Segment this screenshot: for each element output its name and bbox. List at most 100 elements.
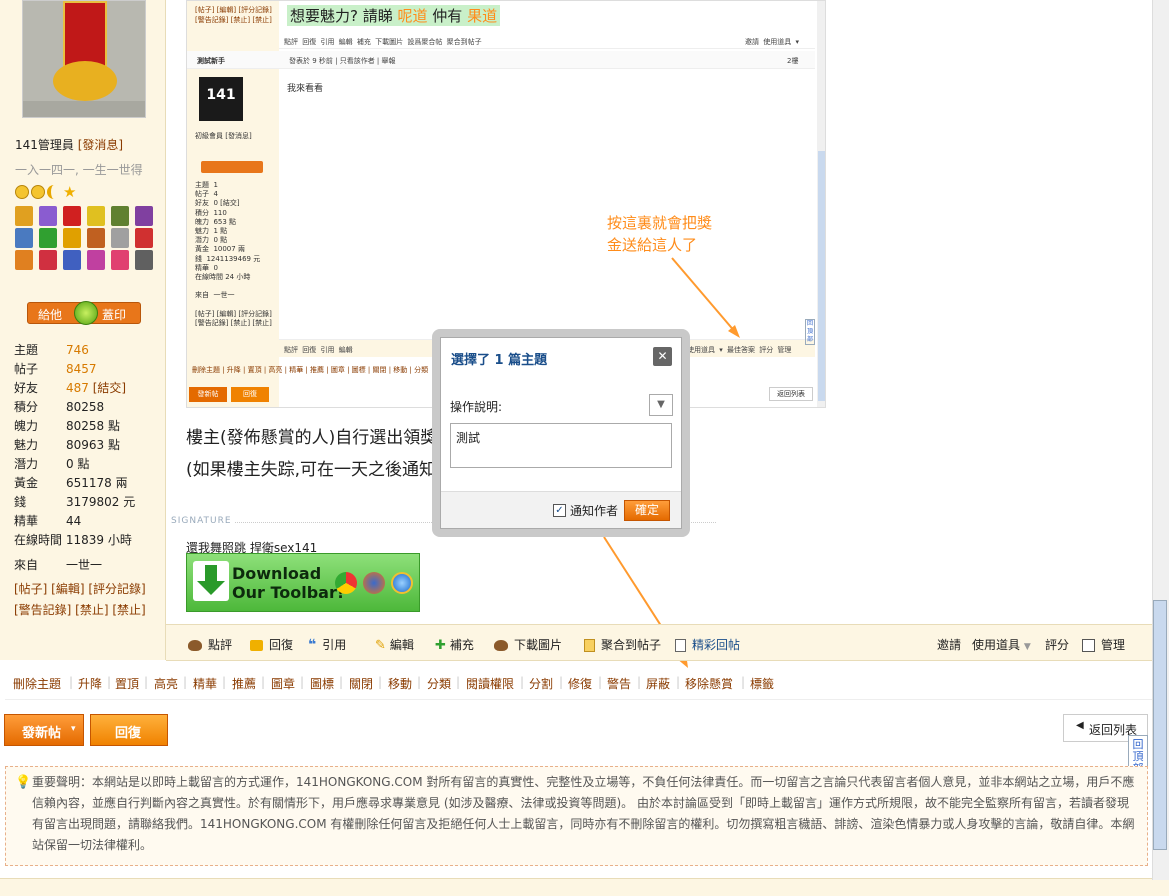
mod-sticky[interactable]: 置頂 [115, 675, 139, 692]
mod-close[interactable]: 關閉 [349, 675, 373, 692]
moderation-dialog: 選擇了 1 篇主題 ✕ 操作說明: ▼ 測試 ✓ 通知作者 確定 [440, 337, 682, 529]
mod-move[interactable]: 移動 [388, 675, 412, 692]
dialog-title: 選擇了 1 篇主題 [451, 353, 548, 368]
invite-button[interactable]: 邀請 [937, 636, 961, 653]
lightbulb-icon: 💡 [15, 775, 32, 790]
edit-label: 編輯 [389, 638, 414, 652]
separator: | [222, 675, 227, 689]
disclaimer-text: 重要聲明：本網站是以即時上載留言的方式運作，141HONGKONG.COM 對所… [32, 775, 1135, 852]
mod-icon[interactable]: 圖標 [310, 675, 334, 692]
ie-icon [391, 572, 413, 594]
mod-highlight[interactable]: 高亮 [154, 675, 178, 692]
chevron-down-icon: ▼ [657, 399, 665, 410]
operation-note-label: 操作說明: [450, 400, 503, 414]
dialog-footer: ✓ 通知作者 確定 [441, 491, 681, 528]
edit-button[interactable]: ✎ 編輯 [375, 636, 414, 653]
reply-button-label: 回復 [115, 726, 142, 741]
close-icon[interactable]: ✕ [653, 347, 672, 366]
separator: | [559, 675, 564, 689]
separator: | [456, 675, 461, 689]
mod-bump[interactable]: 升降 [78, 675, 102, 692]
mod-stamp[interactable]: 圖章 [271, 675, 295, 692]
mod-recommend[interactable]: 推薦 [232, 675, 256, 692]
download-arrow-icon [193, 561, 229, 601]
chevron-down-icon[interactable]: ▾ [71, 724, 76, 734]
comment-button[interactable]: 點評 [188, 636, 232, 653]
arrow-line-upper [671, 257, 737, 334]
reply-label: 回復 [269, 638, 294, 652]
download-images-label: 下載圖片 [514, 638, 563, 652]
mod-tags[interactable]: 標籤 [750, 675, 774, 692]
supplement-label: 補充 [449, 638, 474, 652]
separator: | [741, 675, 746, 689]
featured-reply-button[interactable]: 精彩回帖 [675, 636, 740, 653]
banner-line1: Download [232, 564, 322, 583]
reason-dropdown[interactable]: ▼ [649, 394, 673, 416]
manage-checkbox[interactable] [1082, 639, 1095, 652]
reply-action[interactable]: 回復 [250, 636, 293, 653]
banner-line2: Our Toolbar! [232, 583, 345, 602]
manage-label: 管理 [1101, 638, 1126, 652]
signature-label: SIGNATURE [171, 516, 235, 526]
merge-label: 聚合到帖子 [601, 638, 662, 652]
notify-author-checkbox[interactable]: ✓ [553, 504, 566, 517]
separator: | [637, 675, 642, 689]
separator: | [598, 675, 603, 689]
quote-button[interactable]: ❝ 引用 [308, 636, 346, 653]
comment-label: 點評 [208, 638, 233, 652]
post-text-line1: 樓主(發佈懸賞的人)自行選出領獎 [186, 428, 438, 448]
mod-block[interactable]: 屏蔽 [646, 675, 670, 692]
mod-warn[interactable]: 警告 [607, 675, 631, 692]
post-action-toolbar: 點評 回復 ❝ 引用 ✎ 編輯 ✚ 補充 下載圖片 聚合到帖子 精彩回帖 邀請 使用道… [166, 624, 1152, 661]
download-images-button[interactable]: 下載圖片 [494, 636, 562, 653]
merge-to-post-button[interactable]: 聚合到帖子 [584, 636, 661, 653]
add-note-icon: ✚ [435, 638, 446, 653]
banner-text: Download Our Toolbar! [232, 564, 344, 602]
document-icon [584, 639, 595, 652]
scrollbar-thumb[interactable] [1153, 600, 1167, 850]
cup-icon [188, 640, 202, 651]
manage-checkbox-group[interactable]: 管理 [1082, 636, 1125, 653]
quote-label: 引用 [322, 638, 347, 652]
mod-digest[interactable]: 精華 [193, 675, 217, 692]
featured-reply-label: 精彩回帖 [692, 638, 741, 652]
separator: | [520, 675, 525, 689]
chrome-icon [335, 572, 357, 594]
use-tool-label: 使用道具 [972, 638, 1021, 652]
separator: | [144, 675, 149, 689]
new-post-label: 發新帖 [22, 726, 62, 741]
download-arrow-head [197, 581, 225, 595]
firefox-icon [363, 572, 385, 594]
new-post-button[interactable]: 發新帖 ▾ [4, 714, 84, 746]
mod-classify[interactable]: 分類 [427, 675, 451, 692]
notify-author-label[interactable]: 通知作者 [570, 502, 618, 519]
reply-button[interactable]: 回復 [90, 714, 168, 746]
separator: | [107, 675, 112, 689]
operation-note-textarea[interactable]: 測試 [450, 423, 672, 468]
separator: | [339, 675, 344, 689]
mod-split[interactable]: 分割 [529, 675, 553, 692]
supplement-button[interactable]: ✚ 補充 [435, 636, 474, 653]
mod-repair[interactable]: 修復 [568, 675, 592, 692]
page-icon [675, 639, 686, 652]
pencil-icon: ✎ [375, 638, 386, 653]
download-toolbar-banner[interactable]: Download Our Toolbar! [186, 553, 420, 612]
separator: | [417, 675, 422, 689]
legal-disclaimer: 💡 重要聲明：本網站是以即時上載留言的方式運作，141HONGKONG.COM … [5, 766, 1148, 866]
confirm-button[interactable]: 確定 [624, 500, 670, 521]
quote-icon: ❝ [308, 637, 317, 653]
separator: | [261, 675, 266, 689]
mod-remove-reward[interactable]: 移除懸賞 [685, 675, 733, 692]
rate-button[interactable]: 評分 [1045, 636, 1069, 653]
separator: | [676, 675, 681, 689]
separator: | [300, 675, 305, 689]
mod-read-permission[interactable]: 閱讀權限 [466, 675, 514, 692]
cup-icon [494, 640, 508, 651]
mod-delete-topic[interactable]: 刪除主題 [13, 675, 61, 692]
chevron-left-icon: ◀ [1076, 720, 1084, 731]
speech-bubble-icon [250, 640, 263, 651]
moderation-bar: 刪除主題 | 升降 | 置頂 | 高亮 | 精華 | 推薦 | 圖章 | 圖標 … [5, 666, 1152, 700]
footer-bar [0, 878, 1169, 896]
chevron-down-icon: ▼ [1023, 642, 1031, 652]
use-tool-dropdown[interactable]: 使用道具 ▼ [972, 636, 1031, 653]
